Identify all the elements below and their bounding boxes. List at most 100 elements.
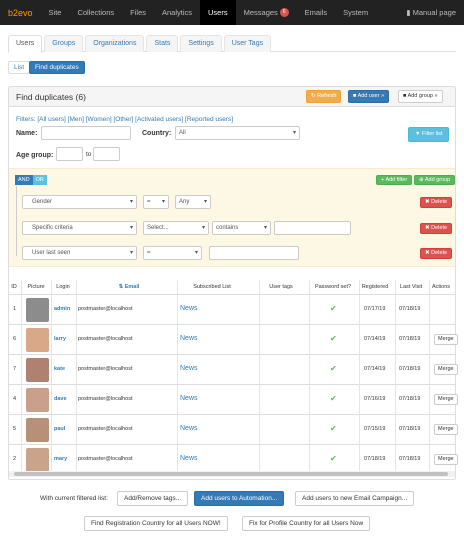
tab-stats[interactable]: Stats [146, 35, 179, 52]
user-login[interactable]: kate [54, 366, 65, 372]
rule-specific-criteria: Specific criteria Select... contains ✖ D… [19, 218, 453, 240]
avatar[interactable] [26, 298, 49, 322]
add-filter-button[interactable]: + Add filter [376, 175, 413, 185]
rule-field-select[interactable]: Specific criteria [22, 221, 137, 235]
user-email: postmaster@localhost [78, 336, 133, 342]
subscribed-list-link[interactable]: News [180, 365, 198, 372]
subtab-find-duplicates[interactable]: Find duplicates [29, 61, 85, 74]
app-logo[interactable]: b2evo [0, 8, 41, 18]
avatar[interactable] [26, 328, 49, 352]
merge-button[interactable]: Merge [434, 454, 458, 465]
rule-field-select[interactable]: Gender [22, 195, 137, 209]
last-visit-date: 07/18/19 [399, 306, 421, 312]
rule-criteria-select[interactable]: Select... [143, 221, 209, 235]
col-email[interactable]: ⇅ Email [109, 280, 149, 294]
subscribed-list-link[interactable]: News [180, 455, 198, 462]
delete-rule-button[interactable]: ✖ Delete [420, 248, 453, 259]
subscribed-list-link[interactable]: News [180, 395, 198, 402]
and-or-toggle: AND OR [15, 175, 47, 185]
col-login[interactable]: Login [53, 280, 73, 294]
user-login[interactable]: paul [54, 426, 65, 432]
merge-button[interactable]: Merge [434, 424, 458, 435]
nav-collections[interactable]: Collections [69, 0, 122, 25]
filter-list-button[interactable]: ▼ Filter list [408, 127, 450, 142]
and-button[interactable]: AND [15, 175, 33, 185]
find-registration-country-button[interactable]: Find Registration Country for all Users … [84, 516, 228, 531]
plus-circle-icon: ⊕ [419, 177, 424, 183]
refresh-button[interactable]: ↻ Refresh [306, 90, 342, 103]
scrollbar-thumb[interactable] [14, 472, 448, 476]
filter-reported[interactable]: [Reported users] [185, 116, 233, 123]
subtab-list[interactable]: List [8, 61, 31, 74]
filter-other[interactable]: [Other] [113, 116, 133, 123]
last-visit-date: 07/18/19 [399, 456, 421, 462]
avatar[interactable] [26, 358, 49, 382]
filters-label[interactable]: Filters: [16, 116, 36, 123]
user-email: postmaster@localhost [78, 366, 133, 372]
rule-field-value: Gender [32, 199, 53, 205]
delete-rule-button[interactable]: ✖ Delete [420, 197, 453, 208]
nav-messages-label: Messages [243, 8, 278, 17]
nav-files[interactable]: Files [122, 0, 154, 25]
name-input[interactable] [41, 126, 131, 140]
last-visit-date: 07/18/19 [399, 336, 421, 342]
nav-emails[interactable]: Emails [297, 0, 336, 25]
add-to-campaign-button[interactable]: Add users to new Email Campaign... [295, 491, 415, 506]
avatar[interactable] [26, 388, 49, 412]
horizontal-scrollbar[interactable] [9, 471, 455, 477]
subscribed-list-link[interactable]: News [180, 305, 198, 312]
tab-user-tags[interactable]: User Tags [223, 35, 272, 52]
rule-value-select[interactable]: Any [175, 195, 211, 209]
add-user-icon: ■ [353, 93, 357, 99]
nav-system[interactable]: System [335, 0, 376, 25]
add-remove-tags-button[interactable]: Add/Remove tags... [117, 491, 189, 506]
nav-messages[interactable]: Messages 6 [236, 0, 297, 25]
tab-organizations[interactable]: Organizations [85, 35, 145, 52]
avatar[interactable] [26, 418, 49, 442]
fix-profile-country-button[interactable]: Fix for Profile Country for all Users No… [242, 516, 371, 531]
avatar[interactable] [26, 448, 49, 472]
add-to-automation-button[interactable]: Add users to Automation... [194, 491, 285, 506]
add-rule-group-button[interactable]: ⊕ Add group [414, 175, 456, 185]
age-max-input[interactable] [93, 147, 120, 161]
user-email: postmaster@localhost [78, 396, 133, 402]
col-id[interactable]: ID [10, 280, 18, 294]
tab-groups[interactable]: Groups [44, 35, 84, 52]
rule-operator-select[interactable]: contains [212, 221, 271, 235]
rule-value-input[interactable] [274, 221, 351, 235]
nav-users[interactable]: Users [200, 0, 236, 25]
filter-men[interactable]: [Men] [68, 116, 84, 123]
merge-button[interactable]: Merge [434, 334, 458, 345]
tab-settings[interactable]: Settings [180, 35, 222, 52]
rule-date-input[interactable] [209, 246, 299, 260]
book-icon: ▮ [406, 8, 411, 17]
user-login[interactable]: admin [54, 306, 70, 312]
filter-all-users[interactable]: [All users] [37, 116, 66, 123]
nav-analytics[interactable]: Analytics [154, 0, 200, 25]
delete-rule-button[interactable]: ✖ Delete [420, 223, 453, 234]
user-login[interactable]: mary [54, 456, 67, 462]
country-select[interactable]: All [175, 126, 300, 140]
subscribed-list-link[interactable]: News [180, 425, 198, 432]
top-navbar: b2evo Site Collections Files Analytics U… [0, 0, 464, 25]
add-group-button[interactable]: ■ Add group » [398, 90, 443, 103]
rule-operator-select[interactable]: = [143, 246, 202, 260]
check-icon: ✔ [330, 334, 337, 343]
manual-page-link[interactable]: ▮ Manual page [406, 0, 456, 25]
filter-activated[interactable]: [Activated users] [135, 116, 183, 123]
merge-button[interactable]: Merge [434, 364, 458, 375]
user-login[interactable]: dave [54, 396, 67, 402]
add-user-button[interactable]: ■ Add user » [348, 90, 390, 103]
tab-users[interactable]: Users [8, 35, 43, 53]
nav-site[interactable]: Site [41, 0, 70, 25]
rule-field-select[interactable]: User last seen [22, 246, 137, 260]
rule-operator-select[interactable]: = [143, 195, 169, 209]
or-button[interactable]: OR [32, 175, 47, 185]
filter-women[interactable]: [Women] [86, 116, 112, 123]
merge-button[interactable]: Merge [434, 394, 458, 405]
age-min-input[interactable] [56, 147, 83, 161]
subscribed-list-link[interactable]: News [180, 335, 198, 342]
col-registered[interactable]: Registered [357, 280, 393, 294]
col-last-visit[interactable]: Last Visit [395, 280, 427, 294]
user-login[interactable]: larry [54, 336, 66, 342]
